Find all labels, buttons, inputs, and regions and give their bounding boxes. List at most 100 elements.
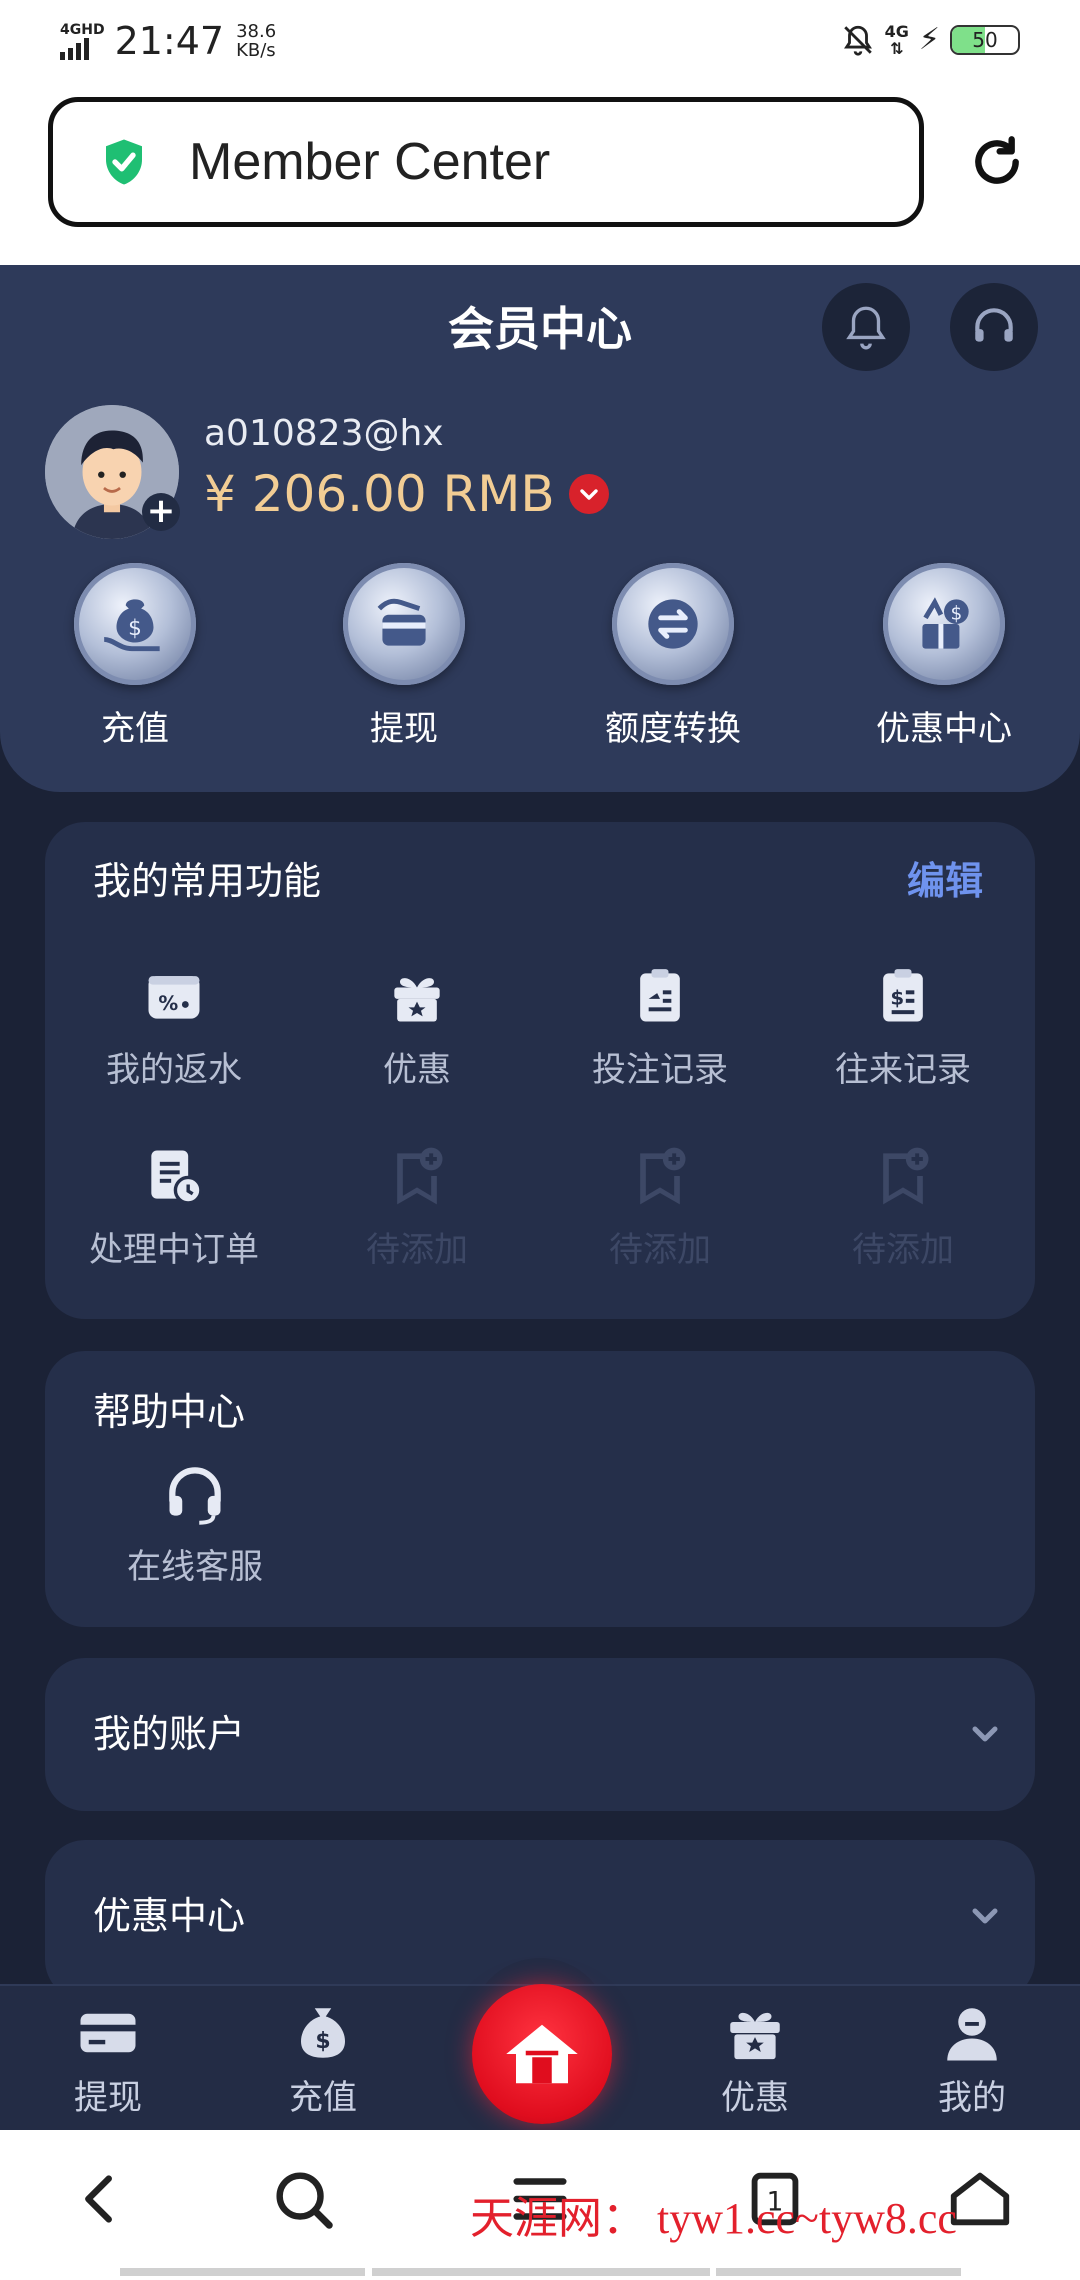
gift-icon (730, 2012, 780, 2060)
search-button[interactable] (268, 2164, 338, 2234)
username: a010823@hx (204, 413, 444, 454)
signal-indicator: 4GHD (60, 22, 105, 60)
fn-placeholder[interactable]: 待添加 (793, 1142, 1013, 1271)
rebate-icon: % (148, 976, 200, 1019)
bell-muted-icon (843, 25, 872, 56)
cell-4g-indicator: 4G ⇅ (885, 23, 909, 57)
help-title: 帮助中心 (93, 1390, 246, 1434)
quick-action-transfer[interactable]: 额度转换 (593, 563, 753, 750)
customer-service-button[interactable] (950, 283, 1038, 371)
member-header: 会员中心 + a010823@hx ¥ 206.00 RMB $ 充值 提现 额… (0, 265, 1080, 792)
gift-icon (394, 978, 440, 1022)
bet-record-icon (640, 969, 680, 1022)
transaction-record-icon: $ (883, 969, 923, 1022)
quick-action-label: 提现 (370, 709, 438, 749)
battery-icon: 50 (950, 25, 1020, 55)
search-icon (276, 2172, 333, 2229)
favorites-title: 我的常用功能 (93, 859, 322, 903)
svg-text:%: % (158, 992, 178, 1015)
fn-promotion[interactable]: 优惠 (307, 962, 527, 1091)
fn-pending-order[interactable]: 处理中订单 (64, 1142, 284, 1271)
fn-label: 在线客服 (127, 1547, 263, 1587)
tab-withdraw[interactable]: 提现 (28, 2000, 188, 2119)
money-bag-hand-icon: $ (103, 599, 160, 652)
address-bar[interactable]: Member Center (48, 97, 924, 227)
fn-label: 待添加 (609, 1230, 711, 1270)
fn-transaction-record[interactable]: $ 往来记录 (793, 962, 1013, 1091)
charging-bolt-icon: ⚡ (918, 22, 940, 57)
fn-online-service[interactable]: 在线客服 (85, 1459, 305, 1588)
headset-icon (975, 308, 1013, 342)
back-arrow-icon (85, 2175, 112, 2223)
svg-text:$: $ (315, 2029, 330, 2054)
pending-order-icon (151, 1150, 203, 1205)
gesture-bar-right (716, 2268, 961, 2276)
speed-value: 38.6 (236, 21, 277, 42)
tab-deposit[interactable]: $ 充值 (243, 2000, 403, 2119)
fn-label: 待添加 (366, 1230, 468, 1270)
fn-label: 处理中订单 (89, 1230, 259, 1270)
speed-unit: KB/s (236, 40, 276, 61)
avatar-add-button[interactable]: + (142, 493, 180, 531)
signal-bars-icon (60, 38, 105, 60)
quick-action-label: 优惠中心 (876, 709, 1012, 749)
fn-label: 待添加 (852, 1230, 954, 1270)
add-bookmark-icon (397, 1147, 443, 1205)
quick-action-label: 充值 (101, 709, 169, 749)
money-bag-icon: $ (301, 2008, 345, 2058)
quick-action-deposit[interactable]: $ 充值 (55, 563, 215, 750)
tab-label: 充值 (289, 2078, 357, 2118)
quick-action-promotions[interactable]: $ 优惠中心 (864, 563, 1024, 750)
tab-home[interactable] (472, 1984, 612, 2124)
clock: 21:47 (114, 19, 225, 63)
fn-placeholder[interactable]: 待添加 (550, 1142, 770, 1271)
svg-text:$: $ (128, 616, 142, 641)
fn-label: 投注记录 (592, 1050, 728, 1090)
tab-label: 提现 (74, 2078, 142, 2118)
fn-label: 往来记录 (835, 1050, 971, 1090)
headset-icon (169, 1467, 221, 1525)
balance-expand-button[interactable] (568, 474, 609, 514)
tab-mine[interactable]: 我的 (892, 2000, 1052, 2119)
svg-text:$: $ (950, 603, 962, 624)
reload-icon[interactable] (965, 130, 1029, 194)
url-text: Member Center (189, 133, 551, 191)
status-bar: 4GHD 21:47 38.6 KB/s 4G ⇅ ⚡ 50 (0, 0, 1080, 80)
fn-rebate[interactable]: % 我的返水 (64, 962, 284, 1091)
fn-placeholder[interactable]: 待添加 (307, 1142, 527, 1271)
notification-button[interactable] (822, 283, 910, 371)
tab-promotions[interactable]: 优惠 (675, 2000, 835, 2119)
watermark-text: 天涯网： tyw1.cc~tyw8.cc (470, 2194, 957, 2243)
balance: ¥ 206.00 RMB (204, 465, 609, 523)
help-card: 帮助中心 在线客服 (45, 1351, 1035, 1627)
card-icon (80, 2013, 136, 2053)
promo-gift-icon: $ (922, 597, 969, 649)
data-arrows-icon: ⇅ (890, 39, 904, 58)
svg-text:$: $ (890, 987, 904, 1010)
chevron-down-icon (580, 489, 598, 500)
network-type: 4GHD (60, 22, 105, 38)
card-withdraw-icon (377, 598, 426, 646)
gesture-bar-left (120, 2268, 365, 2276)
balance-amount: ¥ 206.00 RMB (204, 465, 555, 523)
quick-action-withdraw[interactable]: 提现 (324, 563, 484, 750)
tab-label: 我的 (938, 2078, 1006, 2118)
fn-label: 我的返水 (106, 1050, 242, 1090)
add-bookmark-icon (883, 1147, 929, 1205)
edit-button[interactable]: 编辑 (907, 850, 983, 905)
transfer-icon (648, 599, 698, 649)
network-speed: 38.6 KB/s (236, 22, 276, 60)
fn-label: 优惠 (383, 1050, 451, 1090)
chevron-down-icon (972, 1726, 998, 1742)
back-button[interactable] (65, 2164, 135, 2234)
add-bookmark-icon (640, 1147, 686, 1205)
browser-toolbar: Member Center (0, 80, 1080, 265)
fn-bet-record[interactable]: 投注记录 (550, 962, 770, 1091)
favorites-card: 我的常用功能 编辑 % 我的返水 优惠 投注记录 $ 往来记录 处理中订单 待添… (45, 822, 1035, 1319)
gesture-bar-center (372, 2268, 710, 2276)
bell-icon (846, 306, 886, 350)
quick-action-label: 额度转换 (605, 709, 741, 749)
section-my-account[interactable]: 我的账户 (45, 1658, 1035, 1811)
page-title: 会员中心 (448, 302, 632, 356)
secure-shield-icon (106, 139, 142, 185)
